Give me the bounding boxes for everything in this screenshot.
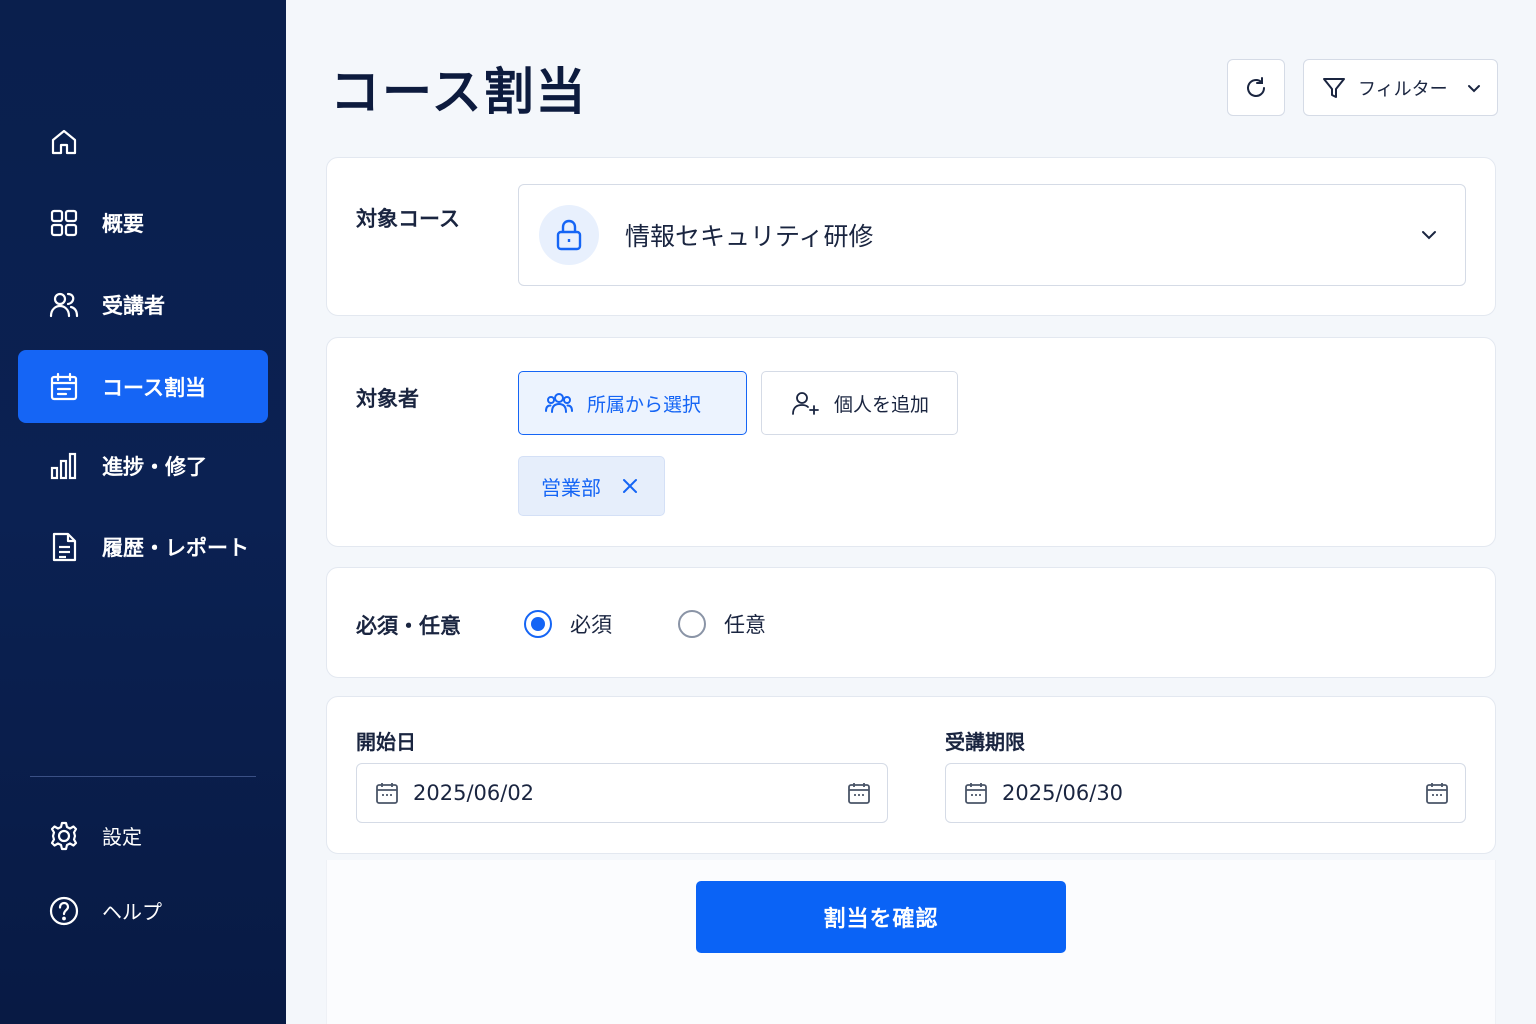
grid-icon xyxy=(48,207,80,239)
sidebar-item-label: ヘルプ xyxy=(102,900,162,924)
sidebar: 概要 受講者 コース割当 進捗・修了 履歴・レポート 設定 ヘルプ xyxy=(0,0,286,1024)
sidebar-item-learners[interactable]: 受講者 xyxy=(18,268,268,341)
add-individual-button[interactable]: 個人を追加 xyxy=(761,371,958,435)
target-label: 対象者 xyxy=(356,387,419,411)
sidebar-item-label: 進捗・修了 xyxy=(102,454,207,479)
refresh-icon xyxy=(1243,75,1269,101)
confirm-assignment-button[interactable]: 割当を確認 xyxy=(696,881,1066,953)
page-title: コース割当 xyxy=(330,63,588,121)
selected-group-chip: 営業部 xyxy=(518,456,665,516)
document-icon xyxy=(48,531,80,563)
radio-unchecked-icon xyxy=(678,610,706,638)
sidebar-item-history[interactable]: 履歴・レポート xyxy=(18,510,268,583)
users-icon xyxy=(48,289,80,321)
requirement-card xyxy=(326,567,1496,678)
sidebar-item-label: 概要 xyxy=(102,211,144,236)
requirement-label: 必須・任意 xyxy=(356,614,461,638)
calendar-icon xyxy=(964,781,988,805)
course-select[interactable]: 情報セキュリティ研修 xyxy=(518,184,1466,286)
filter-label: フィルター xyxy=(1358,78,1448,100)
gear-icon xyxy=(48,820,80,852)
sidebar-item-overview[interactable]: 概要 xyxy=(18,186,268,259)
sidebar-item-label: コース割当 xyxy=(102,375,206,400)
calendar-picker-icon[interactable] xyxy=(847,781,871,810)
radio-label: 任意 xyxy=(724,613,766,637)
deadline-value: 2025/06/30 xyxy=(1002,781,1124,805)
radio-label: 必須 xyxy=(570,613,612,637)
add-individual-label: 個人を追加 xyxy=(834,393,930,416)
refresh-button[interactable] xyxy=(1227,59,1285,116)
deadline-label: 受講期限 xyxy=(945,730,1025,754)
home-icon xyxy=(48,126,80,158)
course-selected-value: 情報セキュリティ研修 xyxy=(625,222,874,251)
sidebar-item-home[interactable] xyxy=(18,105,268,178)
users-icon xyxy=(545,390,573,416)
sidebar-item-label: 履歴・レポート xyxy=(102,535,249,560)
calendar-picker-icon[interactable] xyxy=(1425,781,1449,810)
chevron-down-icon xyxy=(1466,80,1482,96)
start-date-value: 2025/06/02 xyxy=(413,781,535,805)
start-date-label: 開始日 xyxy=(356,730,416,754)
radio-optional[interactable]: 任意 xyxy=(678,609,766,639)
help-icon xyxy=(48,895,80,927)
bar-chart-icon xyxy=(48,450,80,482)
sidebar-item-label: 設定 xyxy=(102,825,142,849)
filter-dropdown[interactable]: フィルター xyxy=(1303,59,1498,116)
deadline-field[interactable]: 2025/06/30 xyxy=(945,763,1466,823)
sidebar-divider xyxy=(30,776,256,777)
select-by-affiliation-button[interactable]: 所属から選択 xyxy=(518,371,747,435)
radio-required[interactable]: 必須 xyxy=(524,609,612,639)
start-date-field[interactable]: 2025/06/02 xyxy=(356,763,888,823)
filter-icon xyxy=(1322,76,1346,100)
course-label: 対象コース xyxy=(356,207,460,231)
calendar-icon xyxy=(48,371,80,403)
sidebar-item-label: 受講者 xyxy=(102,293,165,318)
target-card xyxy=(326,337,1496,547)
radio-checked-icon xyxy=(524,610,552,638)
calendar-icon xyxy=(375,781,399,805)
close-icon[interactable] xyxy=(621,477,639,495)
sidebar-item-help[interactable]: ヘルプ xyxy=(18,874,268,947)
add-user-icon xyxy=(790,390,820,416)
select-by-affiliation-label: 所属から選択 xyxy=(587,393,702,416)
chip-label: 営業部 xyxy=(541,475,601,500)
sidebar-item-course-assignment[interactable]: コース割当 xyxy=(18,350,268,423)
sidebar-item-settings[interactable]: 設定 xyxy=(18,799,268,872)
lock-icon xyxy=(539,205,599,265)
sidebar-item-progress[interactable]: 進捗・修了 xyxy=(18,429,268,502)
chevron-down-icon xyxy=(1419,225,1439,249)
